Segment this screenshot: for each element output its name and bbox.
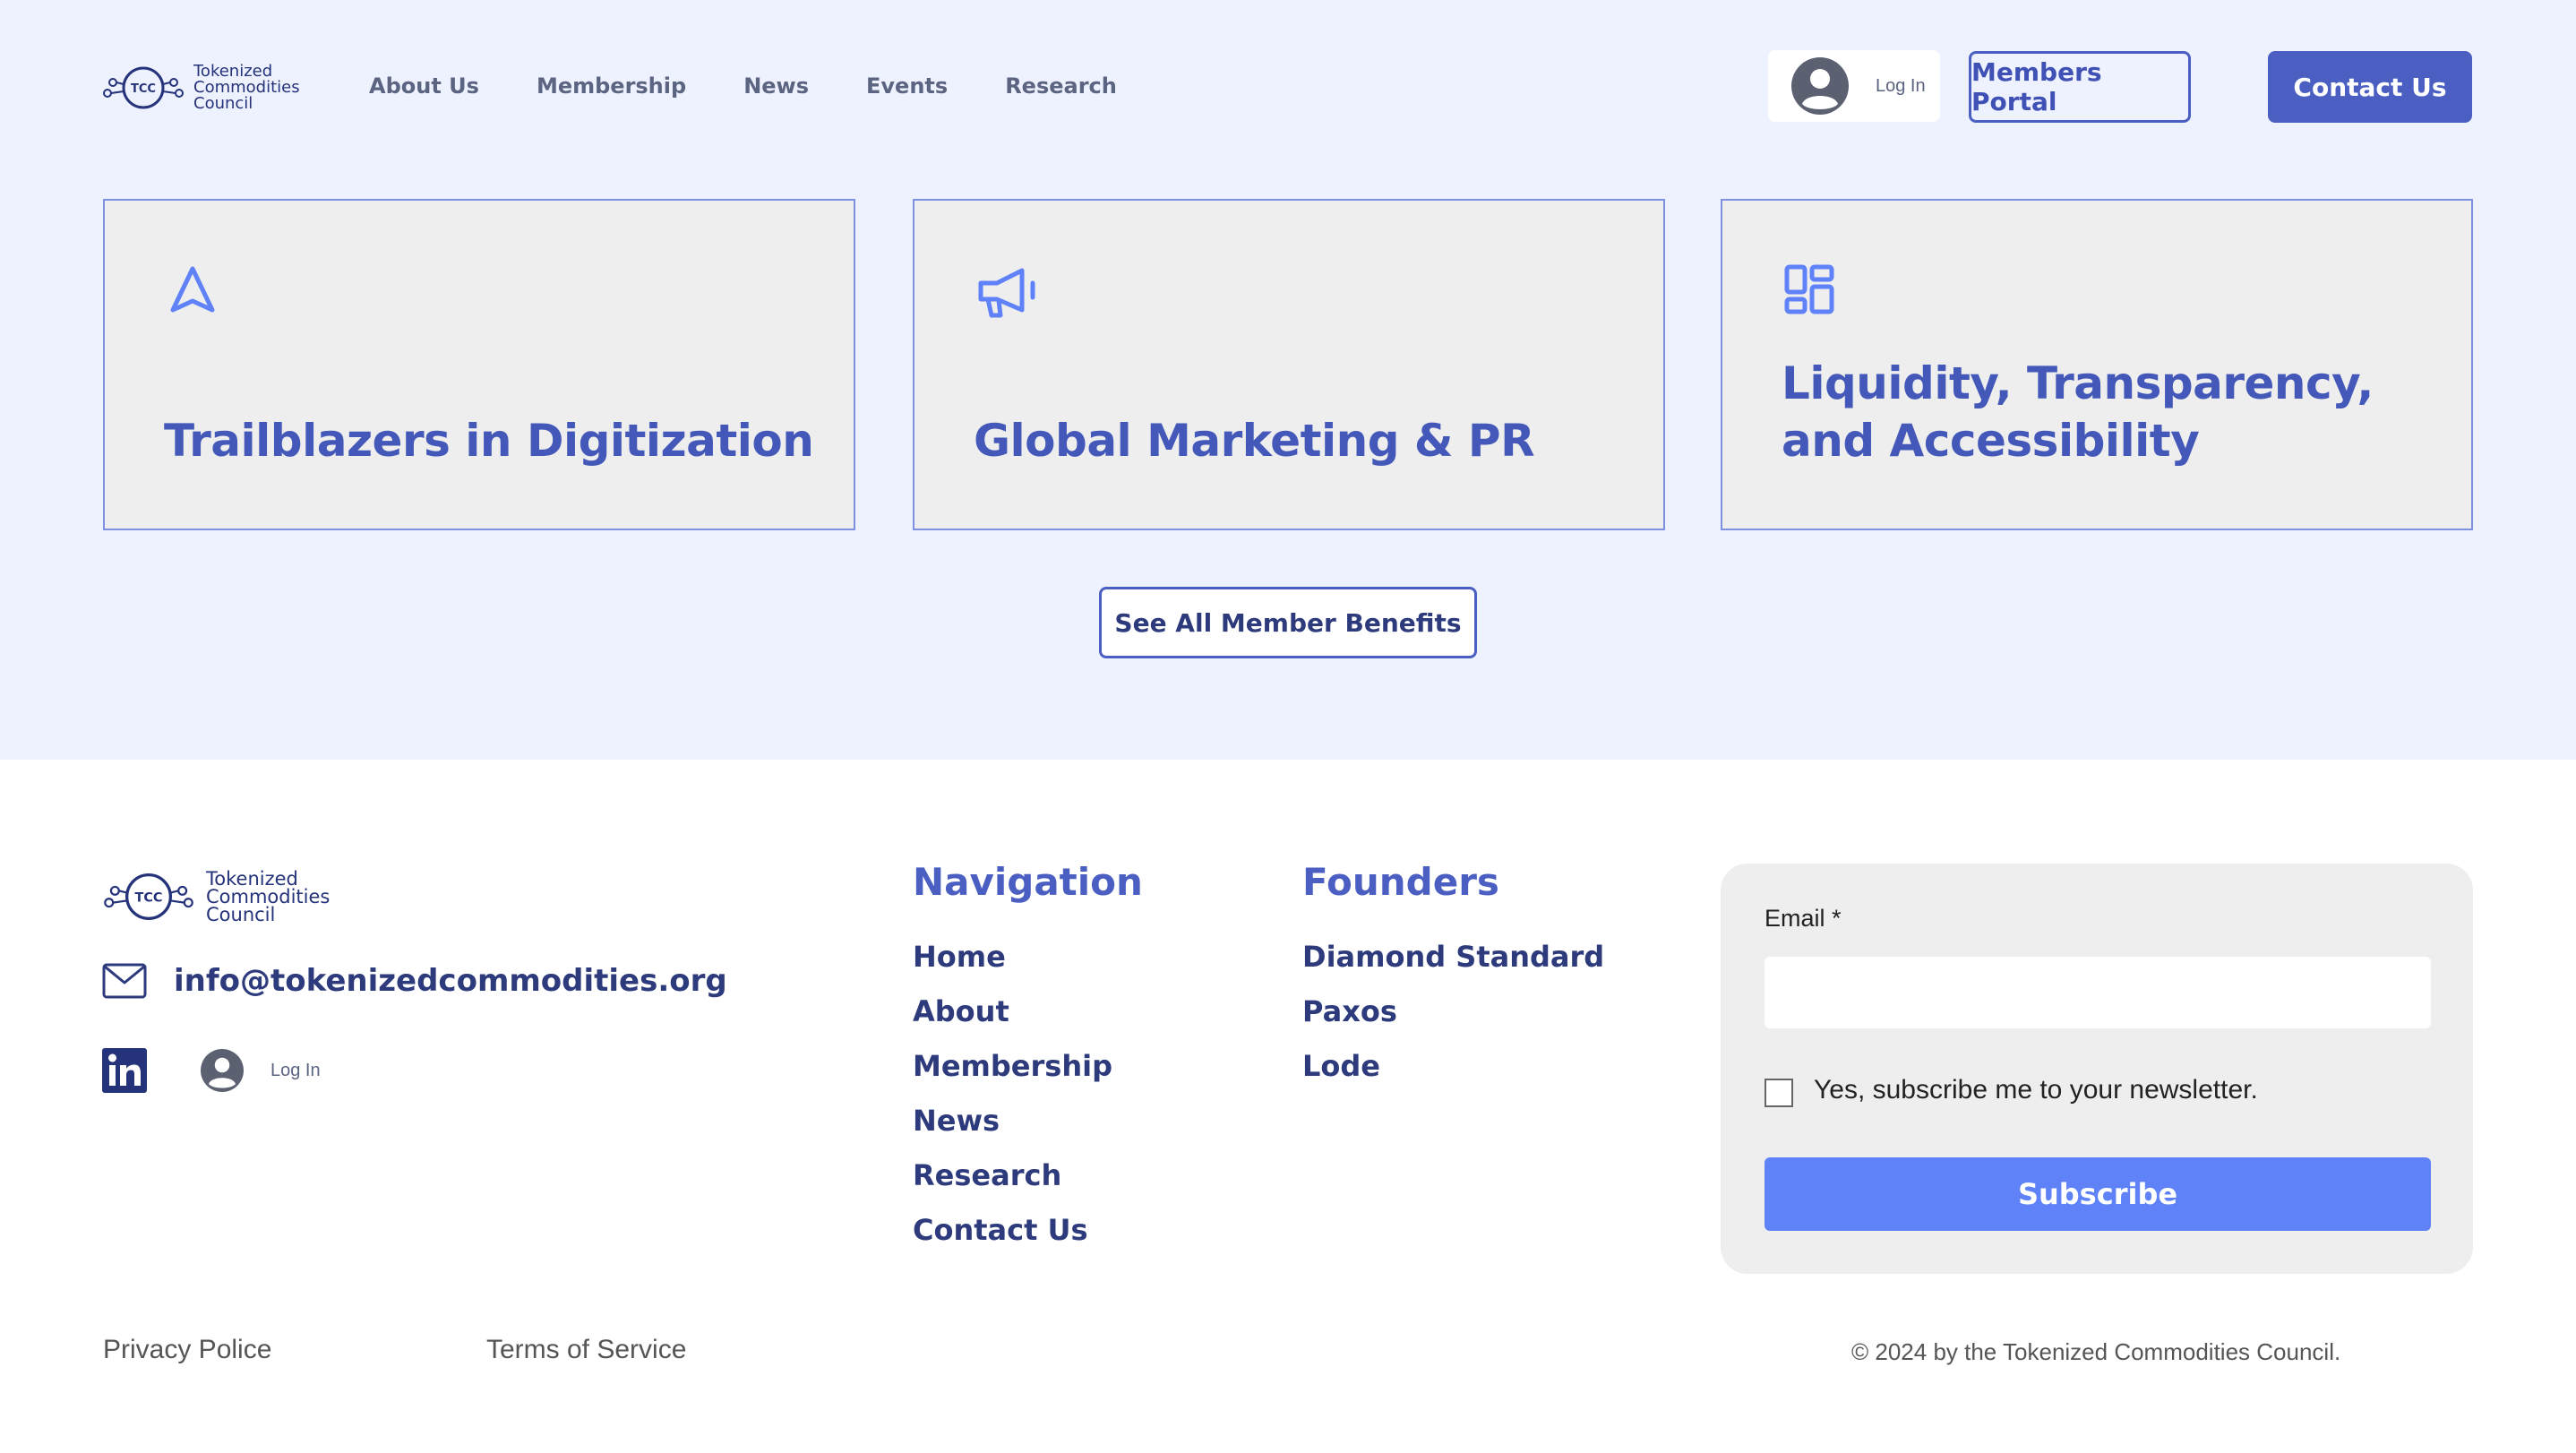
avatar-icon xyxy=(1791,57,1849,115)
benefit-card-liquidity: Liquidity, Transparency, and Accessibili… xyxy=(1721,199,2473,530)
site-header: TCC Tokenized Commodities Council About … xyxy=(0,0,2576,179)
navigation-heading: Navigation xyxy=(913,860,1143,904)
nav-events[interactable]: Events xyxy=(866,70,948,102)
nav-about-us[interactable]: About Us xyxy=(369,70,479,102)
nav-membership[interactable]: Membership xyxy=(537,70,686,102)
subscribe-checkbox-label: Yes, subscribe me to your newsletter. xyxy=(1814,1075,2258,1105)
benefit-card-trailblazers: Trailblazers in Digitization xyxy=(103,199,855,530)
nav-research[interactable]: Research xyxy=(1005,70,1117,102)
mail-icon xyxy=(102,963,147,999)
benefit-card-marketing: Global Marketing & PR xyxy=(913,199,1665,530)
copyright-text: © 2024 by the Tokenized Commodities Coun… xyxy=(1851,1338,2341,1365)
terms-of-service-link[interactable]: Terms of Service xyxy=(486,1335,686,1365)
logo-line-2: Commodities xyxy=(206,886,331,907)
footer-login-label[interactable]: Log In xyxy=(270,1061,321,1081)
footer-nav-membership[interactable]: Membership xyxy=(913,1046,1112,1101)
newsletter-form: Email * Yes, subscribe me to your newsle… xyxy=(1721,864,2473,1274)
logo-line-3: Council xyxy=(206,904,276,925)
social-row: Log In xyxy=(102,1048,321,1093)
footer-founders-list: Diamond Standard Paxos Lode xyxy=(1302,937,1604,1101)
card-title: Liquidity, Transparency, and Accessibili… xyxy=(1782,357,2374,467)
avatar-icon[interactable] xyxy=(201,1049,244,1092)
footer-nav-about[interactable]: About xyxy=(913,992,1112,1046)
contact-email[interactable]: info@tokenizedcommodities.org xyxy=(102,963,727,999)
tcc-logo-icon: TCC xyxy=(103,66,184,109)
footer-nav-contact-us[interactable]: Contact Us xyxy=(913,1210,1112,1265)
founder-diamond-standard[interactable]: Diamond Standard xyxy=(1302,937,1604,992)
members-portal-button[interactable]: Members Portal xyxy=(1969,51,2191,123)
footer-nav-home[interactable]: Home xyxy=(913,937,1112,992)
navigation-arrow-icon xyxy=(170,266,215,313)
subscribe-button[interactable]: Subscribe xyxy=(1765,1157,2431,1231)
nav-news[interactable]: News xyxy=(743,70,809,102)
footer-navigation-list: Home About Membership News Research Cont… xyxy=(913,937,1112,1265)
top-section: TCC Tokenized Commodities Council About … xyxy=(0,0,2576,760)
contact-us-button[interactable]: Contact Us xyxy=(2268,51,2472,123)
founder-paxos[interactable]: Paxos xyxy=(1302,992,1604,1046)
logo-line-1: Tokenized xyxy=(206,868,298,890)
main-nav: About Us Membership News Events Research xyxy=(369,70,1174,102)
linkedin-icon[interactable] xyxy=(102,1048,147,1093)
card-title: Trailblazers in Digitization xyxy=(164,415,814,467)
subscribe-checkbox[interactable] xyxy=(1765,1079,1793,1107)
logo-text: Tokenized Commodities Council xyxy=(206,870,330,924)
tcc-logo-icon: TCC xyxy=(104,873,193,921)
footer-nav-research[interactable]: Research xyxy=(913,1156,1112,1210)
email-link[interactable]: info@tokenizedcommodities.org xyxy=(174,963,727,999)
logo-line-3: Council xyxy=(193,94,253,113)
privacy-policy-link[interactable]: Privacy Police xyxy=(103,1335,271,1365)
login-button[interactable]: Log In xyxy=(1768,50,1940,122)
site-logo[interactable]: TCC Tokenized Commodities Council xyxy=(102,59,317,116)
dashboard-layout-icon xyxy=(1784,264,1834,314)
card-title: Global Marketing & PR xyxy=(974,415,1535,467)
footer-logo[interactable]: TCC Tokenized Commodities Council xyxy=(102,869,330,924)
founder-lode[interactable]: Lode xyxy=(1302,1046,1604,1101)
founders-heading: Founders xyxy=(1302,860,1499,904)
megaphone-icon xyxy=(978,268,1035,318)
logo-text: Tokenized Commodities Council xyxy=(193,64,300,112)
email-label: Email * xyxy=(1765,905,1842,932)
login-label: Log In xyxy=(1876,75,1926,96)
see-all-benefits-button[interactable]: See All Member Benefits xyxy=(1099,587,1477,658)
svg-text:TCC: TCC xyxy=(131,82,156,96)
svg-text:TCC: TCC xyxy=(135,891,163,906)
newsletter-email-input[interactable] xyxy=(1765,957,2431,1028)
footer-nav-news[interactable]: News xyxy=(913,1101,1112,1156)
